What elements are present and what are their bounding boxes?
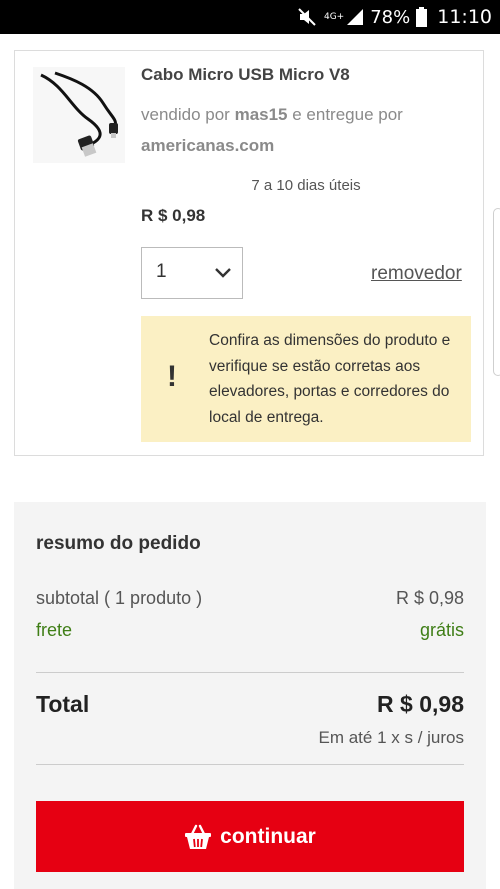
total-value: R $ 0,98 bbox=[377, 691, 464, 717]
summary-heading: resumo do pedido bbox=[36, 533, 201, 554]
subtotal-value: R $ 0,98 bbox=[395, 588, 464, 608]
quantity-select[interactable]: 1 bbox=[141, 247, 243, 299]
order-summary: resumo do pedido subtotal ( 1 produto ) … bbox=[14, 502, 486, 889]
mute-icon bbox=[298, 8, 318, 26]
delivered-by-prefix: e entregue por bbox=[292, 105, 403, 124]
total-label: Total bbox=[36, 691, 90, 717]
status-bar: 4G+ 78% 11:10 bbox=[0, 0, 500, 34]
chevron-down-icon bbox=[214, 266, 232, 284]
divider bbox=[36, 672, 464, 673]
clock: 11:10 bbox=[437, 6, 492, 28]
product-image[interactable] bbox=[33, 67, 125, 163]
seller-info: vendido por mas15 e entregue por america… bbox=[141, 99, 471, 161]
basket-icon bbox=[184, 824, 212, 850]
continue-button[interactable]: continuar bbox=[36, 801, 464, 872]
seller-name[interactable]: mas15 bbox=[235, 105, 288, 124]
warning-text: Confira as dimensões do produto e verifi… bbox=[209, 332, 451, 426]
installments-info: Em até 1 x s / juros bbox=[318, 728, 465, 747]
exclamation-icon: ! bbox=[167, 360, 177, 393]
battery-icon bbox=[416, 7, 428, 27]
delivery-time: 7 a 10 dias úteis bbox=[251, 177, 361, 194]
product-title[interactable]: Cabo Micro USB Micro V8 bbox=[141, 65, 350, 85]
quantity-value: 1 bbox=[156, 261, 167, 282]
sold-by-prefix: vendido por bbox=[141, 105, 230, 124]
shipping-label: frete bbox=[36, 620, 73, 640]
scrollbar-handle[interactable] bbox=[493, 208, 500, 376]
network-type: 4G+ bbox=[323, 11, 345, 22]
product-price: R $ 0,98 bbox=[141, 206, 206, 225]
remove-link[interactable]: removedor bbox=[371, 263, 462, 285]
cart-item-card: Cabo Micro USB Micro V8 vendido por mas1… bbox=[14, 50, 484, 456]
continue-label: continuar bbox=[220, 824, 316, 848]
divider bbox=[36, 764, 464, 765]
battery-percent: 78% bbox=[370, 6, 411, 28]
dimensions-warning: ! Confira as dimensões do produto e veri… bbox=[141, 316, 471, 442]
subtotal-label: subtotal ( 1 produto ) bbox=[36, 588, 203, 608]
signal-icon bbox=[346, 8, 364, 26]
shipping-value: grátis bbox=[419, 620, 464, 640]
delivered-by-name: americanas.com bbox=[141, 136, 275, 155]
